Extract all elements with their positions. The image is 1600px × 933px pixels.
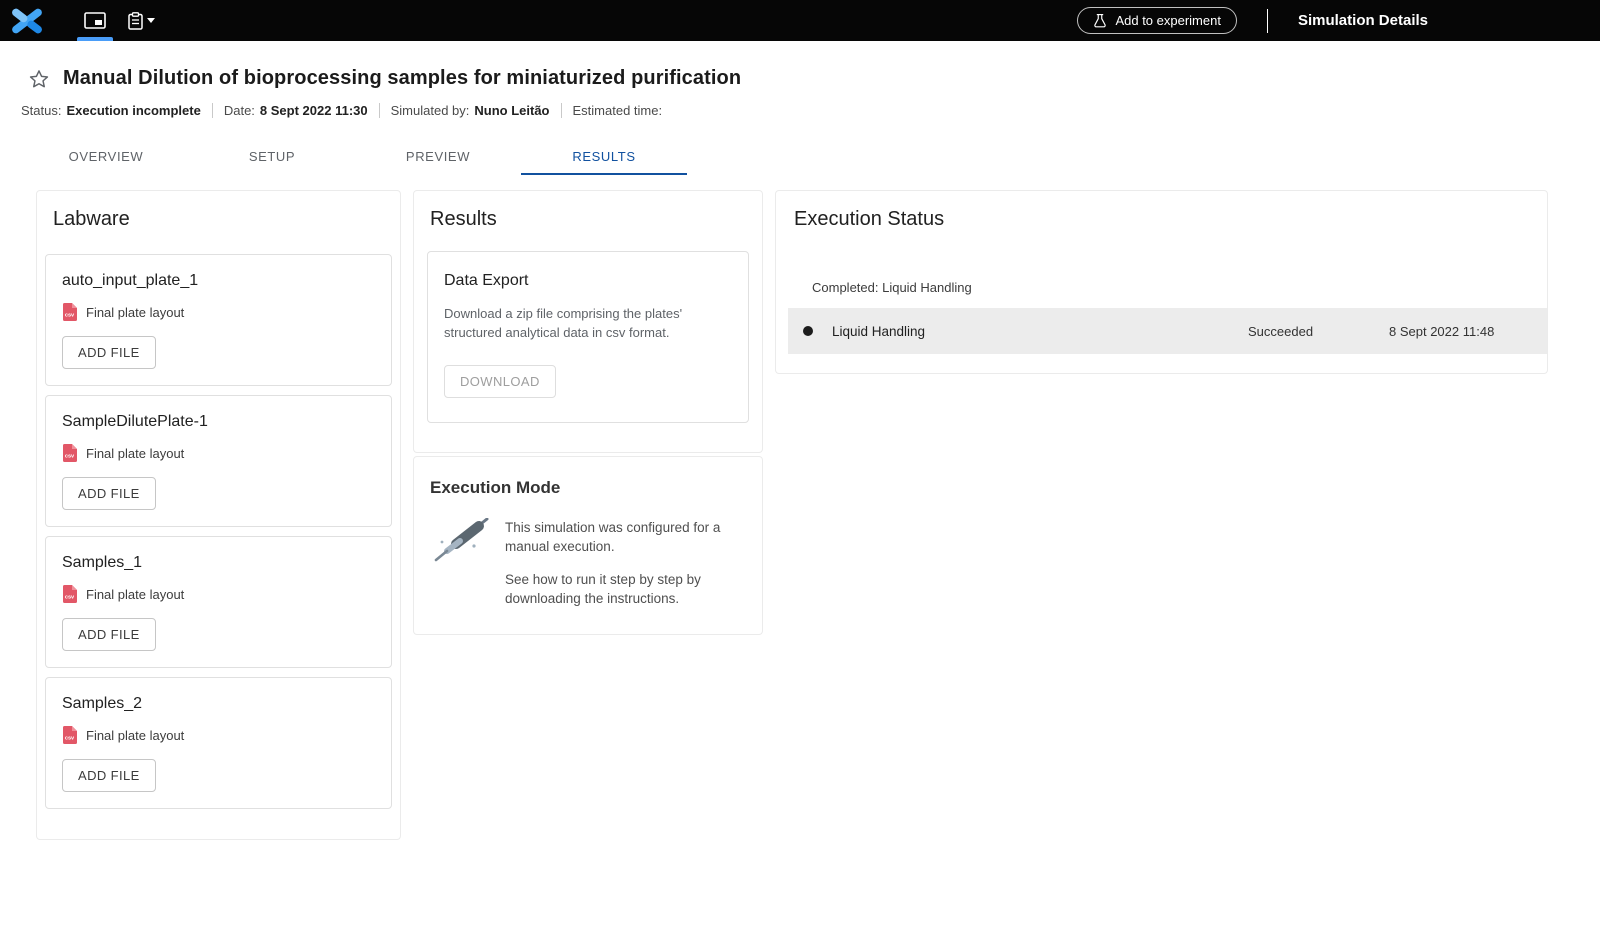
- labware-name: SampleDilutePlate-1: [62, 413, 375, 431]
- file-label: Final plate layout: [86, 587, 184, 602]
- svg-text:csv: csv: [65, 595, 75, 601]
- pipette-icon: [430, 518, 490, 566]
- data-export-description: Download a zip file comprising the plate…: [444, 305, 724, 343]
- csv-file-icon: csv: [62, 585, 77, 603]
- status-bullet-icon: [803, 326, 813, 336]
- execution-mode-heading: Execution Mode: [430, 478, 746, 498]
- topbar-page-title: Simulation Details: [1298, 12, 1428, 29]
- add-file-button[interactable]: ADD FILE: [62, 336, 156, 369]
- execution-mode-line2: See how to run it step by step by downlo…: [505, 570, 745, 608]
- tab-bar: OVERVIEW SETUP PREVIEW RESULTS: [0, 139, 1600, 175]
- favorite-star-button[interactable]: [28, 68, 50, 90]
- status-step-name: Liquid Handling: [832, 324, 1248, 339]
- tab-overview[interactable]: OVERVIEW: [23, 139, 189, 175]
- download-button[interactable]: DOWNLOAD: [444, 365, 556, 398]
- svg-text:csv: csv: [65, 313, 75, 319]
- tab-preview[interactable]: PREVIEW: [355, 139, 521, 175]
- labware-card-auto-input-plate-1: auto_input_plate_1 csv Final plate layou…: [45, 254, 392, 386]
- topbar: Add to experiment Simulation Details: [0, 0, 1600, 41]
- status-result: Succeeded: [1248, 324, 1389, 339]
- labware-card-samples-2: Samples_2 csv Final plate layout ADD FIL…: [45, 677, 392, 809]
- labware-name: Samples_2: [62, 695, 375, 713]
- clipboard-icon: [128, 12, 143, 30]
- labware-name: auto_input_plate_1: [62, 272, 375, 290]
- nav-protocols-button[interactable]: [118, 0, 164, 41]
- csv-file-icon: csv: [62, 303, 77, 321]
- csv-file-icon: csv: [62, 444, 77, 462]
- logo-x-icon: [10, 8, 44, 34]
- execution-status-heading: Execution Status: [794, 208, 1547, 231]
- topbar-divider: [1267, 9, 1268, 33]
- data-export-card: Data Export Download a zip file comprisi…: [427, 251, 749, 423]
- meta-date: Date: 8 Sept 2022 11:30: [224, 103, 368, 118]
- file-label: Final plate layout: [86, 446, 184, 461]
- file-label: Final plate layout: [86, 305, 184, 320]
- labware-panel: Labware auto_input_plate_1 csv Final pla…: [36, 190, 401, 840]
- labware-card-samples-1: Samples_1 csv Final plate layout ADD FIL…: [45, 536, 392, 668]
- tab-results[interactable]: RESULTS: [521, 139, 687, 175]
- svg-text:csv: csv: [65, 736, 75, 742]
- tab-setup[interactable]: SETUP: [189, 139, 355, 175]
- results-column: Results Data Export Download a zip file …: [413, 190, 763, 635]
- meta-divider: [561, 103, 562, 118]
- labware-heading: Labware: [53, 208, 392, 231]
- labware-name: Samples_1: [62, 554, 375, 572]
- csv-file-icon: csv: [62, 726, 77, 744]
- simulation-icon: [84, 12, 106, 29]
- page-title: Manual Dilution of bioprocessing samples…: [63, 67, 741, 90]
- status-row-liquid-handling[interactable]: Liquid Handling Succeeded 8 Sept 2022 11…: [788, 308, 1547, 354]
- meta-simulated-by: Simulated by: Nuno Leitão: [391, 103, 550, 118]
- add-file-button[interactable]: ADD FILE: [62, 759, 156, 792]
- execution-mode-line1: This simulation was configured for a man…: [505, 518, 745, 556]
- status-timestamp: 8 Sept 2022 11:48: [1389, 324, 1531, 339]
- add-file-button[interactable]: ADD FILE: [62, 477, 156, 510]
- app-logo[interactable]: [10, 7, 46, 35]
- execution-status-panel: Execution Status Completed: Liquid Handl…: [775, 190, 1548, 374]
- nav-simulations-button[interactable]: [72, 0, 118, 41]
- simulation-meta: Status: Execution incomplete Date: 8 Sep…: [0, 103, 1600, 118]
- star-icon: [28, 68, 50, 90]
- execution-mode-panel: Execution Mode This simulation was confi…: [413, 456, 763, 636]
- add-to-experiment-button[interactable]: Add to experiment: [1077, 7, 1237, 34]
- results-panel: Results Data Export Download a zip file …: [413, 190, 763, 453]
- file-label: Final plate layout: [86, 728, 184, 743]
- svg-text:csv: csv: [65, 454, 75, 460]
- chevron-down-icon: [147, 18, 155, 23]
- page-header: Manual Dilution of bioprocessing samples…: [0, 41, 1600, 175]
- labware-card-samplediluteplate-1: SampleDilutePlate-1 csv Final plate layo…: [45, 395, 392, 527]
- meta-divider: [379, 103, 380, 118]
- meta-estimated-time: Estimated time:: [573, 103, 668, 118]
- flask-icon: [1093, 13, 1107, 29]
- completed-summary: Completed: Liquid Handling: [812, 280, 1547, 295]
- meta-status: Status: Execution incomplete: [21, 103, 201, 118]
- add-file-button[interactable]: ADD FILE: [62, 618, 156, 651]
- meta-divider: [212, 103, 213, 118]
- add-to-experiment-label: Add to experiment: [1115, 13, 1221, 28]
- results-content: Labware auto_input_plate_1 csv Final pla…: [0, 175, 1600, 840]
- results-heading: Results: [430, 208, 749, 231]
- data-export-title: Data Export: [444, 272, 732, 290]
